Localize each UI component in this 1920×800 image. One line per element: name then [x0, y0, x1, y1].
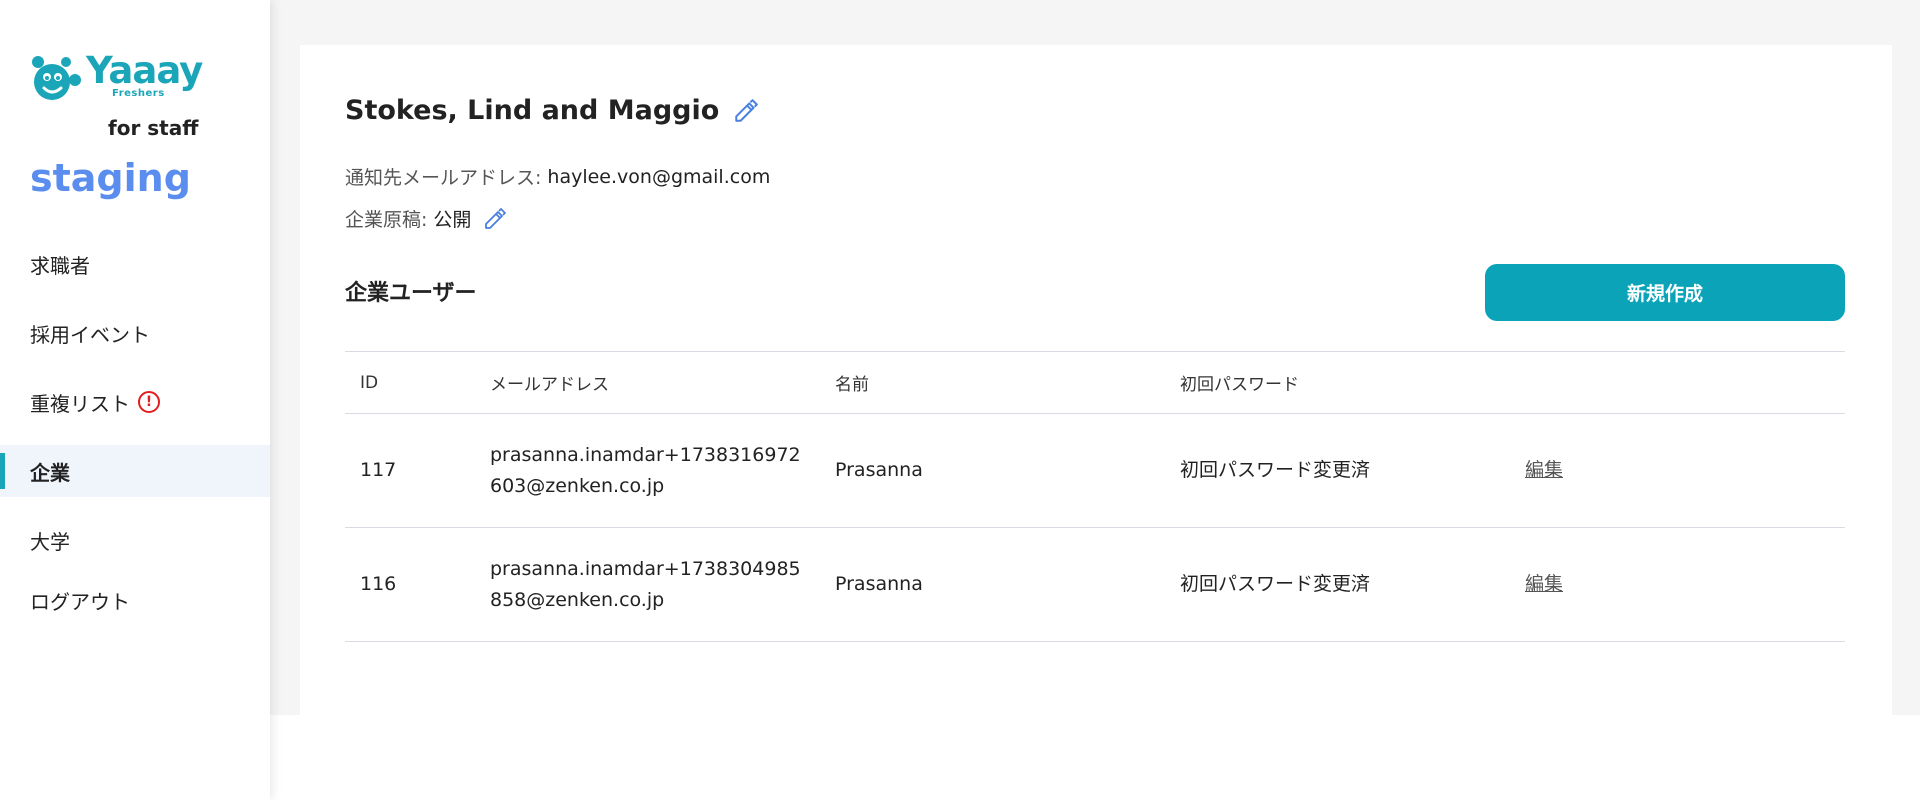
cell-name: Prasanna	[820, 413, 1165, 528]
column-header-id: ID	[345, 351, 475, 414]
company-users-heading: 企業ユーザー	[345, 281, 477, 306]
cell-password-status: 初回パスワード変更済	[1165, 527, 1510, 642]
sidebar-item-companies[interactable]: 企業	[0, 445, 270, 497]
alert-icon: !	[138, 391, 160, 413]
notify-email-label: 通知先メールアドレス:	[345, 167, 542, 189]
sidebar-item-job-seekers[interactable]: 求職者	[0, 238, 270, 290]
edit-manuscript-pencil-icon[interactable]	[483, 207, 507, 231]
cell-actions: 編集	[1510, 527, 1845, 642]
sidebar-item-recruiting-events[interactable]: 採用イベント	[0, 307, 270, 359]
logo[interactable]: Yaaay Freshers	[28, 50, 208, 106]
company-detail-card: Stokes, Lind and Maggio 通知先メールアドレス: hayl…	[300, 45, 1892, 715]
cell-name: Prasanna	[820, 527, 1165, 642]
sidebar-item-label: 求職者	[30, 253, 90, 278]
cell-id: 116	[345, 527, 475, 642]
for-staff-label: for staff	[108, 116, 199, 140]
edit-company-name-pencil-icon[interactable]	[733, 98, 759, 124]
company-name: Stokes, Lind and Maggio	[345, 95, 720, 126]
logo-subtext: Freshers	[112, 88, 165, 99]
cell-actions: 編集	[1510, 413, 1845, 528]
logo-mascot-icon	[32, 56, 81, 100]
sidebar-item-duplicate-list[interactable]: 重複リスト !	[0, 376, 270, 428]
sidebar: Yaaay Freshers for staff staging 求職者 採用イ…	[0, 0, 270, 800]
manuscript-label: 企業原稿:	[345, 209, 428, 231]
environment-label: staging	[30, 156, 191, 200]
cell-password-status: 初回パスワード変更済	[1165, 413, 1510, 528]
sidebar-item-label: ログアウト	[30, 589, 130, 614]
notify-email-row: 通知先メールアドレス: haylee.von@gmail.com	[345, 163, 770, 190]
sidebar-item-label: 企業	[30, 460, 70, 485]
company-users-table: ID メールアドレス 名前 初回パスワード 117 prasanna.inamd…	[345, 351, 1845, 642]
sidebar-nav: 求職者 採用イベント 重複リスト ! 企業 大学 ログアウト	[0, 238, 270, 626]
notify-email-value: haylee.von@gmail.com	[547, 165, 771, 188]
edit-link[interactable]: 編集	[1525, 573, 1563, 595]
edit-link[interactable]: 編集	[1525, 459, 1563, 481]
column-header-actions	[1510, 351, 1845, 414]
create-new-button[interactable]: 新規作成	[1485, 264, 1845, 321]
manuscript-status: 公開	[433, 209, 472, 231]
cell-email: prasanna.inamdar+1738316972603@zenken.co…	[475, 413, 820, 528]
column-header-initial-password: 初回パスワード	[1165, 351, 1510, 414]
table-header-row: ID メールアドレス 名前 初回パスワード	[345, 351, 1845, 414]
column-header-email: メールアドレス	[475, 351, 820, 414]
sidebar-item-universities[interactable]: 大学	[0, 514, 270, 566]
cell-email: prasanna.inamdar+1738304985858@zenken.co…	[475, 527, 820, 642]
sidebar-item-logout[interactable]: ログアウト	[0, 574, 270, 626]
sidebar-item-label: 重複リスト	[30, 391, 130, 416]
cell-id: 117	[345, 413, 475, 528]
sidebar-item-label: 大学	[30, 529, 70, 554]
column-header-name: 名前	[820, 351, 1165, 414]
logo-wordmark: Yaaay	[86, 49, 203, 92]
company-title: Stokes, Lind and Maggio	[345, 95, 759, 126]
table-row: 117 prasanna.inamdar+1738316972603@zenke…	[345, 413, 1845, 528]
table-row: 116 prasanna.inamdar+1738304985858@zenke…	[345, 527, 1845, 642]
manuscript-row: 企業原稿: 公開	[345, 205, 507, 232]
sidebar-item-label: 採用イベント	[30, 322, 150, 347]
